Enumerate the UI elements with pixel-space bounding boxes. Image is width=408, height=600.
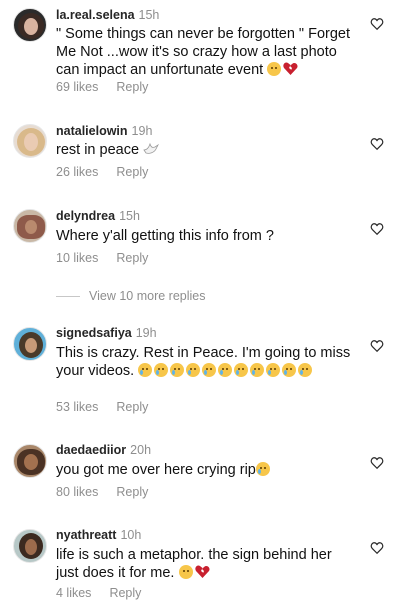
comment-time: 20h bbox=[130, 443, 152, 457]
reply-button[interactable]: Reply bbox=[116, 80, 148, 94]
likes-count[interactable]: 4 likes bbox=[56, 586, 91, 600]
comment-username[interactable]: delyndrea 15h bbox=[56, 209, 140, 223]
crying-face-icon bbox=[255, 462, 270, 476]
comment-meta: 10 likes Reply bbox=[56, 251, 148, 265]
comment-text: rest in peace bbox=[56, 141, 356, 159]
crying-face-icon bbox=[202, 363, 217, 377]
comment-text: you got me over here crying rip bbox=[56, 461, 356, 479]
comment-username[interactable]: la.real.selena 15h bbox=[56, 8, 159, 22]
likes-count[interactable]: 69 likes bbox=[56, 80, 98, 94]
comment-meta: 26 likes Reply bbox=[56, 165, 148, 179]
comment-meta: 69 likes Reply bbox=[56, 80, 148, 94]
avatar[interactable] bbox=[13, 124, 47, 158]
crying-face-icon bbox=[282, 363, 297, 377]
comment-meta: 4 likes Reply bbox=[56, 586, 141, 600]
likes-count[interactable]: 80 likes bbox=[56, 485, 98, 499]
sad-face-icon bbox=[267, 62, 282, 76]
reply-button[interactable]: Reply bbox=[109, 586, 141, 600]
avatar[interactable] bbox=[13, 327, 47, 361]
likes-count[interactable]: 10 likes bbox=[56, 251, 98, 265]
avatar[interactable] bbox=[13, 209, 47, 243]
crying-face-icon bbox=[234, 363, 249, 377]
reply-button[interactable]: Reply bbox=[116, 485, 148, 499]
broken-heart-icon bbox=[283, 62, 298, 75]
like-heart-icon[interactable] bbox=[370, 17, 384, 31]
comment-meta: 53 likes Reply bbox=[56, 400, 148, 414]
comment-time: 10h bbox=[120, 528, 142, 542]
crying-face-icon bbox=[218, 363, 233, 377]
view-more-replies-button[interactable]: View 10 more replies bbox=[89, 289, 206, 303]
crying-face-icon bbox=[154, 363, 169, 377]
crying-face-icon bbox=[186, 363, 201, 377]
comment-username[interactable]: natalielowin 19h bbox=[56, 124, 152, 138]
crying-face-icon bbox=[170, 363, 185, 377]
pleading-face-icon bbox=[178, 565, 193, 579]
dove-icon bbox=[143, 142, 160, 154]
crying-face-icon bbox=[250, 363, 265, 377]
comment-text: Where y'all getting this info from ? bbox=[56, 228, 274, 244]
comment-text: life is such a metaphor. the sign behind… bbox=[56, 547, 332, 581]
like-heart-icon[interactable] bbox=[370, 222, 384, 236]
like-heart-icon[interactable] bbox=[370, 339, 384, 353]
comment-username[interactable]: signedsafiya 19h bbox=[56, 326, 157, 340]
broken-heart-icon bbox=[194, 565, 210, 578]
comment-time: 15h bbox=[119, 209, 140, 223]
reply-button[interactable]: Reply bbox=[116, 251, 148, 265]
crying-face-icon bbox=[298, 363, 313, 377]
comment-username[interactable]: daedaediior 20h bbox=[56, 443, 151, 457]
comment-username[interactable]: nyathreatt 10h bbox=[56, 528, 141, 542]
comment-meta: 80 likes Reply bbox=[56, 485, 148, 499]
comment-text: " Some things can never be forgotten " F… bbox=[56, 26, 351, 78]
avatar[interactable] bbox=[13, 8, 47, 42]
comment-text: This is crazy. Rest in Peace. I'm going … bbox=[56, 345, 351, 379]
divider-line bbox=[56, 296, 80, 297]
likes-count[interactable]: 53 likes bbox=[56, 400, 98, 414]
like-heart-icon[interactable] bbox=[370, 456, 384, 470]
reply-button[interactable]: Reply bbox=[116, 400, 148, 414]
comment-time: 19h bbox=[135, 326, 157, 340]
reply-button[interactable]: Reply bbox=[116, 165, 148, 179]
avatar[interactable] bbox=[13, 529, 47, 563]
crying-face-icon bbox=[138, 363, 153, 377]
comment-time: 19h bbox=[131, 124, 153, 138]
like-heart-icon[interactable] bbox=[370, 541, 384, 555]
avatar[interactable] bbox=[13, 444, 47, 478]
crying-face-icon bbox=[266, 363, 281, 377]
comment-time: 15h bbox=[138, 8, 160, 22]
likes-count[interactable]: 26 likes bbox=[56, 165, 98, 179]
like-heart-icon[interactable] bbox=[370, 137, 384, 151]
